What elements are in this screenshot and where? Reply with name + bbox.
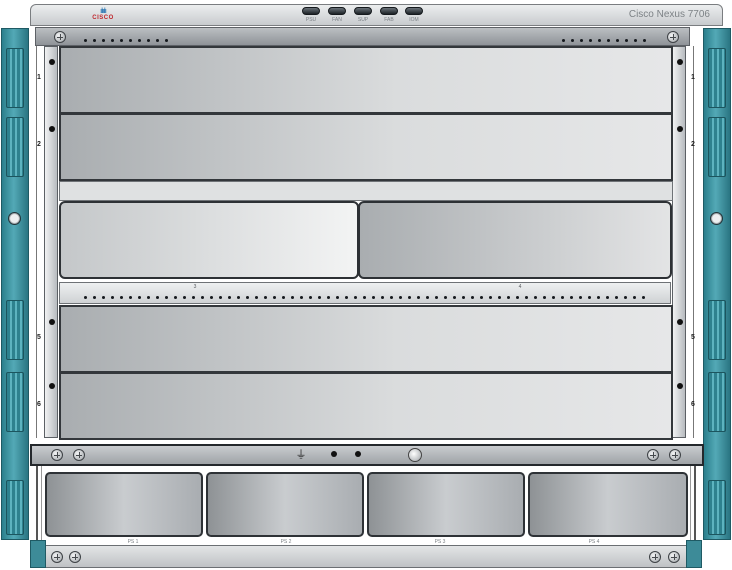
captive-screw-icon[interactable] <box>668 551 680 563</box>
right-ear-grip <box>708 48 726 108</box>
psu-status-led[interactable] <box>302 7 320 15</box>
rail-hole <box>677 319 683 325</box>
right-ear-screw-icon <box>710 212 723 225</box>
left-rack-rail <box>44 46 58 438</box>
captive-screw-icon[interactable] <box>649 551 661 563</box>
iom-status-led[interactable] <box>405 7 423 15</box>
power-supply-2[interactable] <box>206 472 364 537</box>
right-ear-grip <box>708 117 726 177</box>
fabric-vent-dots <box>84 296 651 300</box>
slot-number-right-5: 5 <box>691 334 695 341</box>
slot-number-left-5: 5 <box>37 334 41 341</box>
left-ear-grip <box>6 48 24 108</box>
right-rack-rail <box>672 46 686 438</box>
supervisor-slot-3[interactable] <box>59 201 359 279</box>
rail-hole <box>677 126 683 132</box>
left-slot-number-strip <box>36 46 44 438</box>
left-ear-grip <box>6 117 24 177</box>
sup-status-led[interactable] <box>354 7 372 15</box>
tray-hole <box>355 451 361 457</box>
bottom-rail <box>41 545 691 568</box>
rail-hole <box>677 383 683 389</box>
slot-number-left-2: 2 <box>37 141 41 148</box>
captive-screw-icon[interactable] <box>669 449 681 461</box>
right-ear-grip <box>708 300 726 360</box>
header-rail <box>35 27 690 46</box>
fan-status-led[interactable] <box>328 7 346 15</box>
module-slot-1[interactable] <box>59 46 673 114</box>
model-label: Cisco Nexus 7706 <box>628 9 710 20</box>
power-supply-4[interactable] <box>528 472 688 537</box>
left-chassis-foot <box>30 540 46 568</box>
captive-screw-icon[interactable] <box>647 449 659 461</box>
rail-hole <box>49 126 55 132</box>
sup-led-label: SUP <box>357 17 369 23</box>
cisco-logo-bars: ılıılı <box>100 7 107 15</box>
right-chassis-foot <box>686 540 702 568</box>
iom-led-label: IOM <box>409 17 419 23</box>
slot-number-left-6: 6 <box>37 401 41 408</box>
left-psu-lever <box>36 466 42 540</box>
left-ear-screw-icon <box>8 212 21 225</box>
vent-dots <box>84 39 174 43</box>
rail-hole <box>49 319 55 325</box>
module-slot-2[interactable] <box>59 113 673 181</box>
right-ear-grip <box>708 372 726 432</box>
ground-lug-icon <box>408 448 422 462</box>
chassis-front-panel: ılıılı CISCO Cisco Nexus 7706 PSU FAN SU… <box>0 0 732 570</box>
right-psu-lever <box>690 466 696 540</box>
rail-hole <box>677 59 683 65</box>
ground-symbol-icon: ⏚ <box>295 448 307 461</box>
captive-screw-icon[interactable] <box>73 449 85 461</box>
right-slot-number-strip <box>686 46 694 438</box>
captive-screw-icon[interactable] <box>69 551 81 563</box>
captive-screw-icon[interactable] <box>54 31 66 43</box>
slot-number-right-2: 2 <box>691 141 695 148</box>
supervisor-3-label: 3 <box>193 284 197 290</box>
cisco-logo-word: CISCO <box>92 15 114 21</box>
power-supply-3[interactable] <box>367 472 525 537</box>
slot-number-right-1: 1 <box>691 74 695 81</box>
fab-led-label: FAB <box>384 17 394 23</box>
captive-screw-icon[interactable] <box>51 449 63 461</box>
psu-led-label: PSU <box>305 17 317 23</box>
slot-number-right-6: 6 <box>691 401 695 408</box>
module-slot-5[interactable] <box>59 305 673 373</box>
rail-hole <box>49 383 55 389</box>
supervisor-4-label: 4 <box>518 284 522 290</box>
psu-top-tray <box>30 444 704 466</box>
left-ear-grip <box>6 372 24 432</box>
tray-hole <box>331 451 337 457</box>
right-ear-grip <box>708 480 726 535</box>
supervisor-top-rail <box>59 181 673 201</box>
left-ear-grip <box>6 300 24 360</box>
vent-dots <box>562 39 652 43</box>
cisco-logo: ılıılı CISCO <box>86 8 120 22</box>
fabric-vent-bar <box>59 282 671 304</box>
fan-led-label: FAN <box>332 17 342 23</box>
rail-hole <box>49 59 55 65</box>
fab-status-led[interactable] <box>380 7 398 15</box>
module-slot-6[interactable] <box>59 372 673 440</box>
left-ear-grip <box>6 480 24 535</box>
supervisor-slot-4[interactable] <box>358 201 672 279</box>
power-supply-1[interactable] <box>45 472 203 537</box>
captive-screw-icon[interactable] <box>667 31 679 43</box>
slot-number-left-1: 1 <box>37 74 41 81</box>
captive-screw-icon[interactable] <box>51 551 63 563</box>
